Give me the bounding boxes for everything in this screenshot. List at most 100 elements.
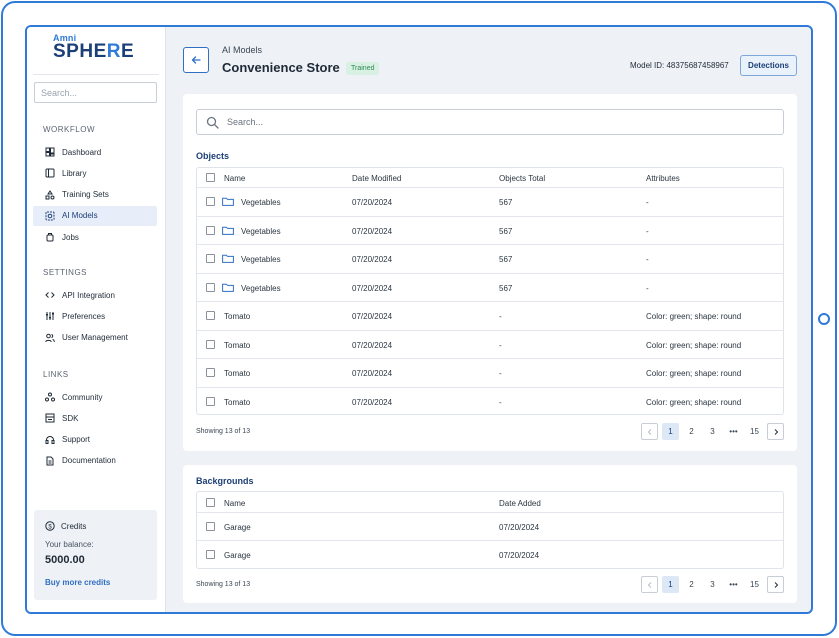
sidebar-item-label: Community [62,392,103,402]
credits-title-label: Credits [61,521,87,531]
table-row[interactable]: Tomato 07/20/2024 - Color: green; shape: ro… [197,359,783,388]
credits-title: $ Credits [44,520,86,532]
sidebar-item-api-integration[interactable]: API Integration [33,285,157,305]
divider [33,74,159,75]
row-checkbox[interactable] [206,225,215,235]
sidebar-item-label: Documentation [62,456,116,466]
showing-count: Showing 13 of 13 [196,428,251,435]
section-title-workflow: WORKFLOW [43,125,95,134]
row-checkbox[interactable] [206,368,215,377]
logo-part-a: SPHE [53,41,107,62]
sidebar-item-label: Jobs [62,232,79,242]
column-header: Date Added [499,499,541,508]
sidebar-item-ai-models[interactable]: AI Models [33,205,157,226]
row-checkbox[interactable] [206,396,215,406]
pagination-ellipsis: ••• [729,580,738,589]
table-row[interactable]: Tomato 07/20/2024 - Color: green; shape: ro… [197,388,783,417]
select-all-checkbox[interactable] [206,173,215,182]
row-date: 07/20/2024 [499,551,540,560]
row-total: 567 [499,283,513,293]
row-date: 07/20/2024 [352,226,393,236]
row-checkbox[interactable] [206,254,215,263]
row-total: - [499,312,502,321]
headset-icon [44,434,56,446]
buy-credits-link[interactable]: Buy more credits [45,578,110,587]
page-2-button[interactable]: 2 [683,423,700,440]
row-checkbox[interactable] [206,550,215,559]
table-row[interactable]: Vegetables 07/20/2024 567 - [197,217,783,245]
row-total: - [499,340,502,350]
sidebar-item-label: SDK [62,413,79,423]
page-1-button[interactable]: 1 [662,423,679,440]
table-row[interactable]: Vegetables 07/20/2024 567 - [197,188,783,217]
row-checkbox[interactable] [206,197,215,206]
row-attributes: - [646,255,649,264]
row-total: 567 [499,226,513,236]
row-total: 567 [499,255,513,264]
logo-part-b: R [106,41,121,62]
search-icon [206,116,219,129]
row-attributes: - [646,283,649,293]
sdk-icon [44,412,56,424]
folder-icon [222,283,234,292]
sidebar-item-documentation[interactable]: Documentation [33,451,157,471]
row-date: 07/20/2024 [499,523,540,532]
row-checkbox[interactable] [206,311,215,320]
row-checkbox[interactable] [206,282,215,292]
document-icon [44,455,56,467]
objects-search-input[interactable]: Search... [196,109,784,135]
row-name: Tomato [224,340,251,350]
table-row[interactable]: Vegetables 07/20/2024 567 - [197,245,783,274]
chevron-left-icon [647,581,651,588]
page-15-button[interactable]: 15 [746,423,763,440]
column-header: Date Modified [352,174,402,183]
dashboard-icon [44,146,56,158]
sidebar-item-preferences[interactable]: Preferences [33,306,157,326]
detections-button[interactable]: Detections [740,55,797,76]
sidebar: Amni SPHERE Search... WORKFLOW Dashboard… [27,27,166,612]
sliders-icon [44,310,56,322]
row-attributes: - [646,226,649,236]
page-1-button[interactable]: 1 [662,576,679,593]
app-window: Amni SPHERE Search... WORKFLOW Dashboard… [25,25,813,614]
sidebar-item-training-sets[interactable]: Training Sets [33,185,157,205]
prev-page-button[interactable] [641,576,658,593]
row-checkbox[interactable] [206,522,215,531]
objects-pagination: Showing 13 of 13 1 2 3 ••• 15 [196,423,784,441]
page-15-button[interactable]: 15 [746,576,763,593]
sidebar-item-sdk[interactable]: SDK [33,408,157,428]
table-row[interactable]: Vegetables 07/20/2024 567 - [197,274,783,302]
sidebar-item-community[interactable]: Community [33,387,157,407]
page-title: Convenience Store [222,60,340,75]
logo: Amni SPHERE [53,33,143,67]
users-icon [44,332,56,344]
page-3-button[interactable]: 3 [704,576,721,593]
sidebar-item-user-management[interactable]: User Management [33,328,157,348]
row-name: Vegetables [241,226,281,236]
row-date: 07/20/2024 [352,369,393,378]
jobs-icon [44,231,56,243]
breadcrumb[interactable]: AI Models [222,45,262,55]
sidebar-item-label: AI Models [62,211,98,221]
prev-page-button[interactable] [641,423,658,440]
page-3-button[interactable]: 3 [704,423,721,440]
section-title-settings: SETTINGS [43,268,88,277]
table-row[interactable]: Garage 07/20/2024 [197,513,783,541]
row-name: Garage [224,523,251,532]
row-checkbox[interactable] [206,339,215,349]
row-name: Tomato [224,312,251,321]
next-page-button[interactable] [767,423,784,440]
select-all-checkbox[interactable] [206,498,215,507]
next-page-button[interactable] [767,576,784,593]
sidebar-search-input[interactable]: Search... [34,82,157,103]
sidebar-item-dashboard[interactable]: Dashboard [33,142,157,162]
table-row[interactable]: Garage 07/20/2024 [197,541,783,569]
balance-label: Your balance: [45,540,94,549]
page-2-button[interactable]: 2 [683,576,700,593]
sidebar-item-jobs[interactable]: Jobs [33,227,157,247]
sidebar-item-support[interactable]: Support [33,430,157,450]
table-row[interactable]: Tomato 07/20/2024 - Color: green; shape: ro… [197,331,783,359]
table-row[interactable]: Tomato 07/20/2024 - Color: green; shape: ro… [197,302,783,331]
sidebar-item-library[interactable]: Library [33,163,157,183]
back-button[interactable] [183,47,209,73]
